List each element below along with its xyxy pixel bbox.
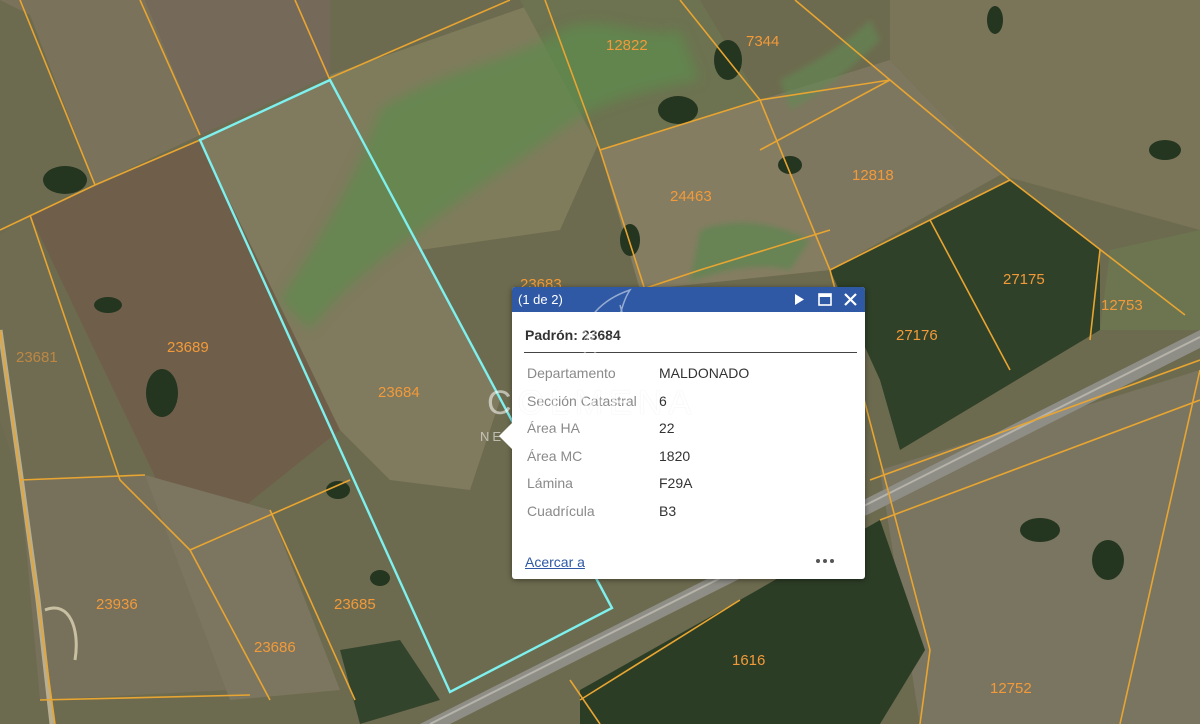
popup-header: (1 de 2) [512, 287, 865, 312]
attribute-key: Cuadrícula [527, 502, 595, 519]
parcel-label: 23681 [16, 349, 58, 366]
parcel-label: 23936 [96, 596, 138, 613]
zoom-to-link[interactable]: Acercar a [525, 554, 585, 570]
parcel-label: 12818 [852, 167, 894, 184]
parcel-label: 12822 [606, 37, 648, 54]
parcel-label: 27175 [1003, 271, 1045, 288]
parcel-label: 23686 [254, 639, 296, 656]
parcel-label: 1616 [732, 652, 765, 669]
attribute-table: Departamento MALDONADO Sección Catastral… [527, 363, 749, 528]
attribute-row: Cuadrícula B3 [527, 501, 749, 529]
attribute-key: Área HA [527, 420, 580, 436]
parcel-label: 23689 [167, 339, 209, 356]
attribute-row: Departamento MALDONADO [527, 363, 749, 391]
close-icon[interactable] [842, 290, 859, 308]
attribute-value: 6 [659, 392, 667, 409]
attribute-key: Área MC [527, 447, 583, 464]
attribute-value: 1820 [659, 447, 691, 464]
attribute-key: Sección Catastral [527, 392, 637, 409]
parcel-label: 23685 [334, 596, 376, 613]
popup-pointer [499, 423, 512, 449]
parcel-label: 12752 [990, 680, 1032, 697]
maximize-icon[interactable] [816, 290, 833, 308]
attribute-value: MALDONADO [659, 365, 750, 381]
popup-feature-count: (1 de 2) [518, 292, 563, 307]
more-icon[interactable] [816, 555, 840, 567]
attribute-value: B3 [659, 502, 677, 519]
parcel-label: 23684 [378, 384, 420, 401]
popup-title: Padrón: 23684 [525, 327, 621, 343]
parcel-label: 7344 [746, 33, 779, 50]
attribute-key: Lámina [527, 475, 573, 491]
parcel-label: 12753 [1101, 297, 1143, 314]
attribute-value: F29A [659, 475, 693, 491]
play-icon[interactable] [790, 290, 807, 308]
parcel-info-popup: (1 de 2) Padrón: 23684 Departamento MALD… [499, 287, 865, 579]
popup-divider [524, 352, 857, 353]
attribute-row: Sección Catastral 6 [527, 391, 749, 419]
attribute-row: Lámina F29A [527, 473, 749, 501]
parcel-label: 27176 [896, 327, 938, 344]
attribute-value: 22 [659, 420, 675, 436]
parcel-label: 24463 [670, 188, 712, 205]
attribute-row: Área MC 1820 [527, 446, 749, 474]
attribute-key: Departamento [527, 365, 616, 381]
attribute-row: Área HA 22 [527, 418, 749, 446]
